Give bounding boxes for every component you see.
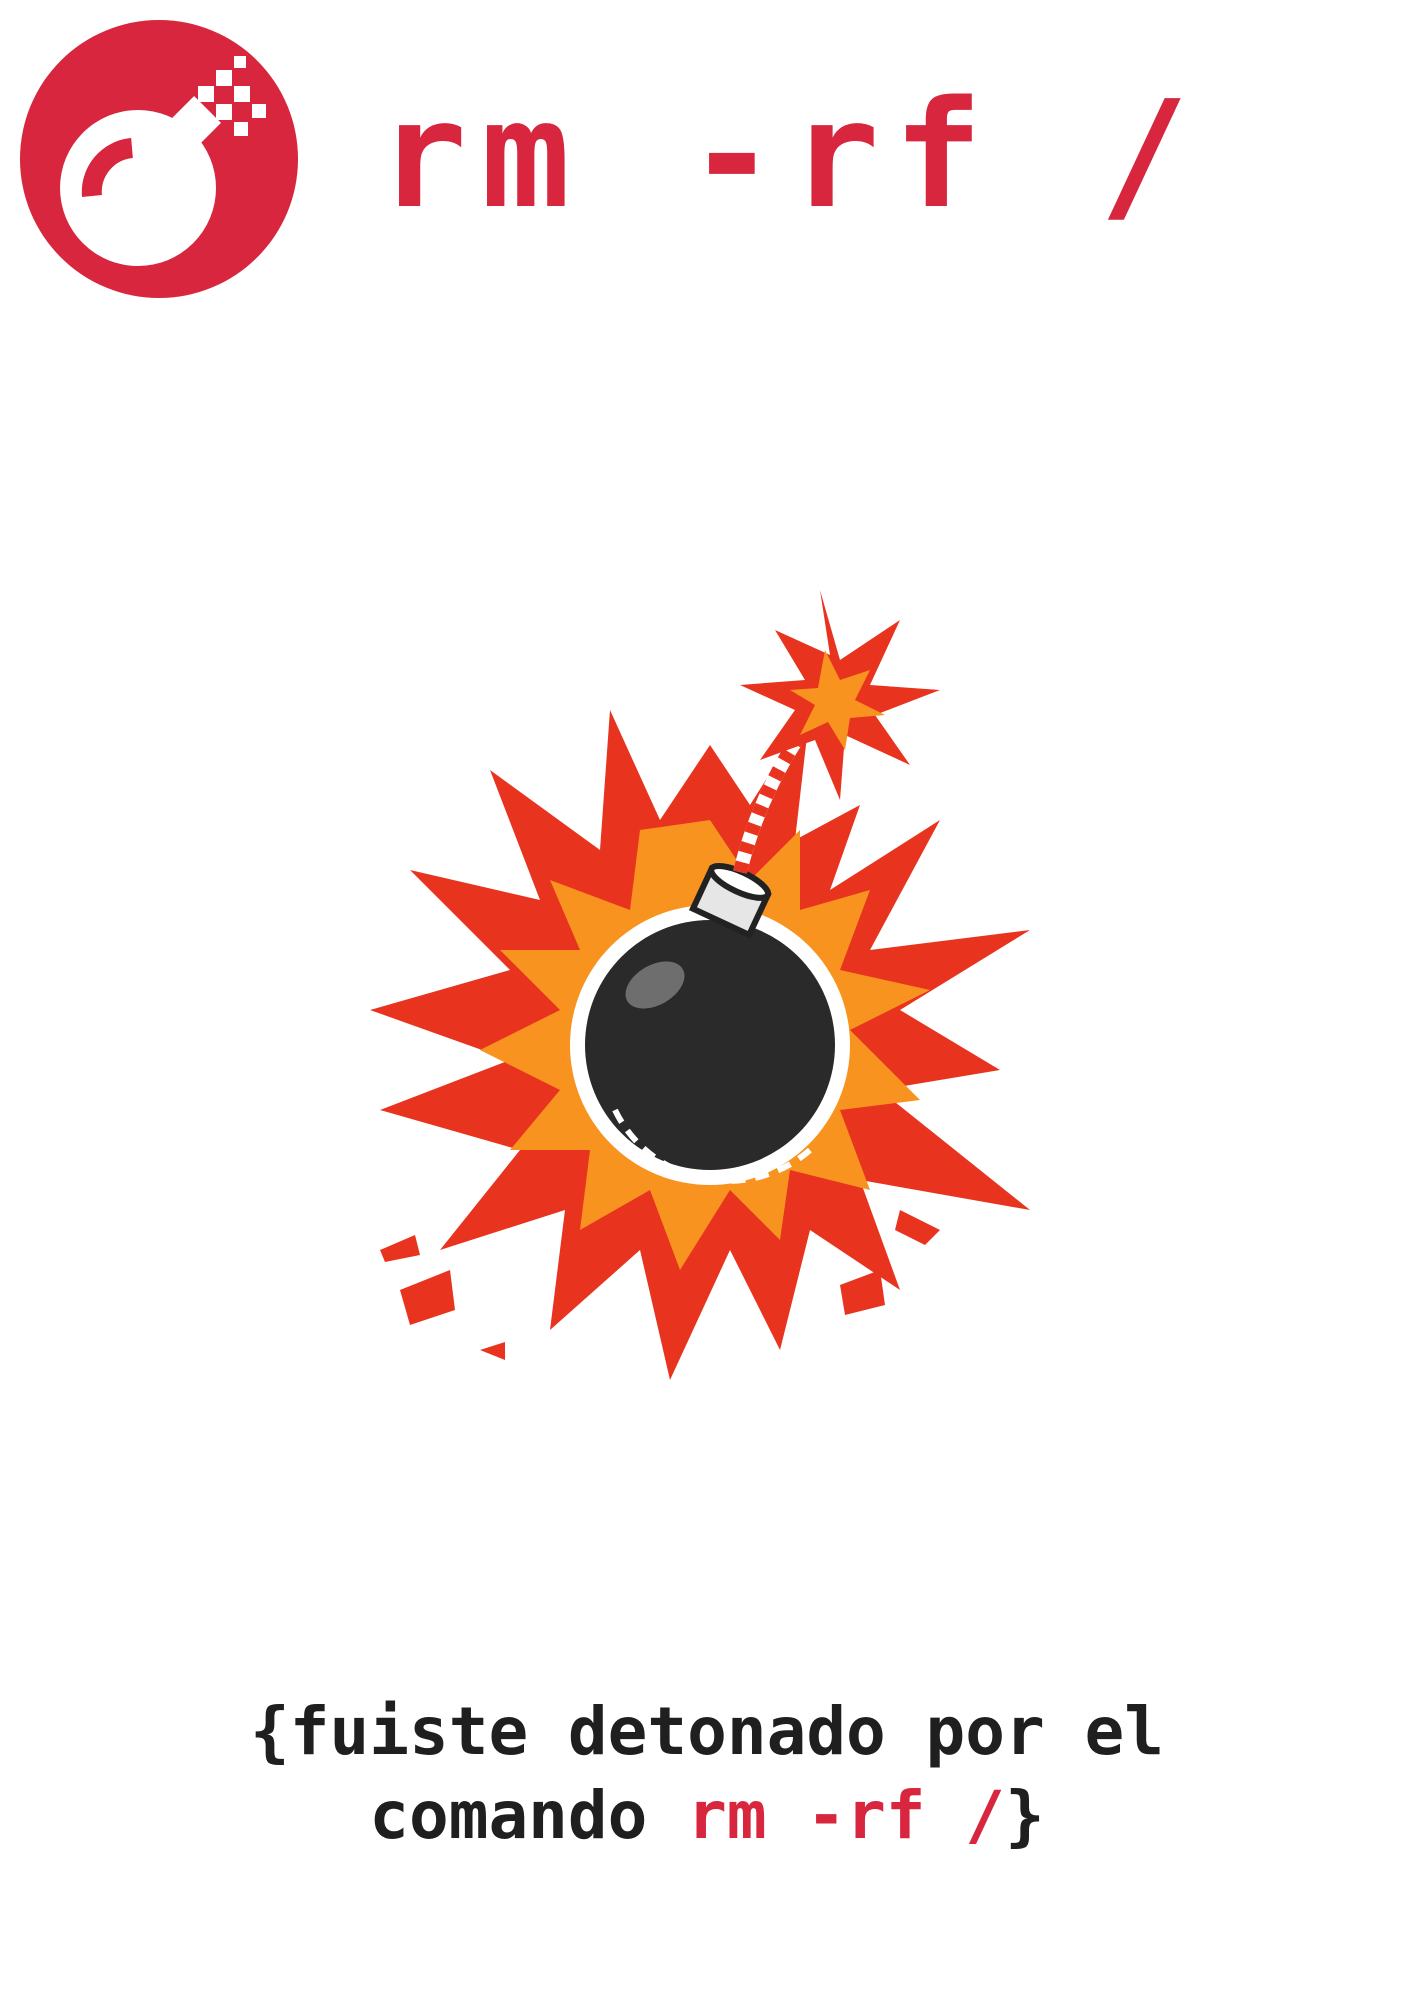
exploding-bomb-icon [370,590,1030,1380]
page-title: rm -rf / [378,69,1203,241]
header: rm -rf / [20,20,1394,298]
caption-line-1: {fuiste detonado por el [250,1693,1164,1770]
caption-suffix: } [1005,1777,1045,1854]
bomb-logo-icon [20,20,298,298]
caption-prefix: comando [369,1777,688,1854]
caption-command: rm -rf / [687,1777,1006,1854]
caption: {fuiste detonado por el comando rm -rf /} [0,1690,1414,1858]
caption-line-2: comando rm -rf /} [0,1774,1414,1858]
